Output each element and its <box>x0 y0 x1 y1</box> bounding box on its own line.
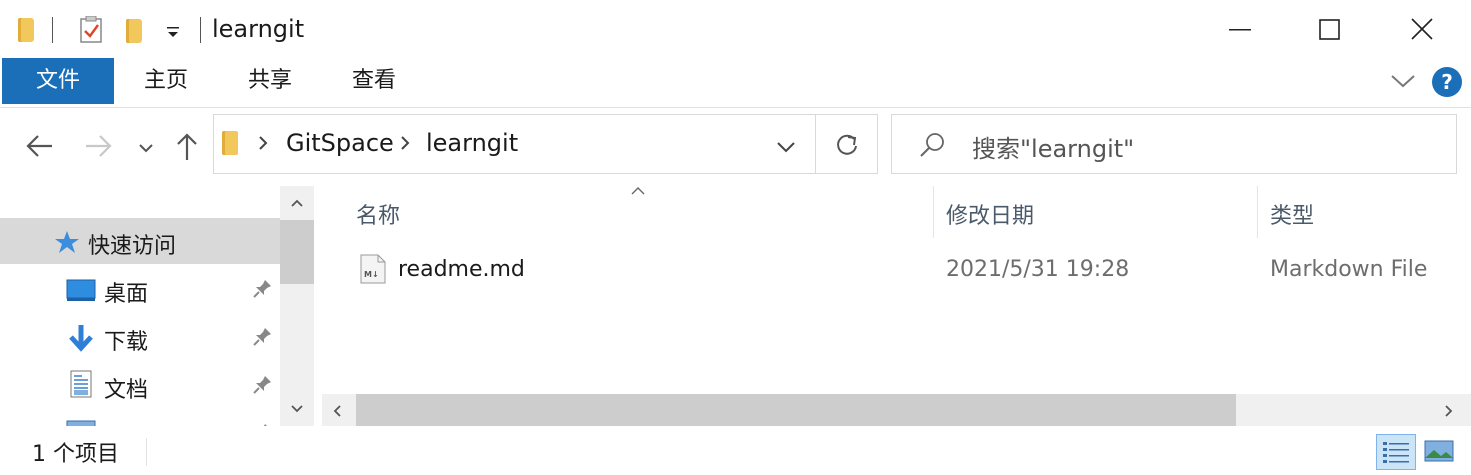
pin-icon[interactable] <box>253 326 273 346</box>
scroll-right-icon[interactable] <box>1444 404 1454 418</box>
ribbon-divider <box>0 107 1471 108</box>
scroll-down-icon[interactable] <box>290 404 304 414</box>
refresh-button[interactable] <box>816 114 878 174</box>
document-icon <box>70 370 92 398</box>
address-bar[interactable]: GitSpace learngit <box>213 114 816 174</box>
chevron-down-icon[interactable] <box>1390 72 1416 94</box>
column-header-type[interactable]: 类型 <box>1270 198 1314 230</box>
item-count: 1 个项目 <box>32 442 119 467</box>
breadcrumb-separator-icon[interactable] <box>258 135 268 155</box>
star-icon <box>55 231 79 253</box>
file-type: Markdown File <box>1270 257 1428 282</box>
scroll-up-icon[interactable] <box>290 198 304 208</box>
help-button[interactable]: ? <box>1432 67 1462 97</box>
tab-home[interactable]: 主页 <box>124 58 208 104</box>
title-separator <box>200 17 201 43</box>
breadcrumb-item[interactable]: learngit <box>426 129 518 157</box>
scrollbar-thumb[interactable] <box>356 394 1236 426</box>
folder-icon <box>222 131 238 155</box>
scrollbar-thumb[interactable] <box>280 220 314 284</box>
customize-toolbar-dropdown-icon[interactable] <box>166 24 180 43</box>
sidebar-item-label: 下载 <box>104 330 149 355</box>
pin-icon[interactable] <box>253 374 273 394</box>
tab-share[interactable]: 共享 <box>228 58 312 104</box>
desktop-icon <box>66 279 96 301</box>
breadcrumb-item[interactable]: GitSpace <box>286 129 394 157</box>
pin-icon[interactable] <box>253 422 273 426</box>
file-list-scrollbar[interactable] <box>322 394 1471 426</box>
minimize-button[interactable] <box>1210 0 1270 58</box>
forward-button[interactable] <box>84 133 112 163</box>
up-button[interactable] <box>176 132 198 166</box>
properties-icon[interactable] <box>80 15 104 48</box>
back-button[interactable] <box>26 133 54 163</box>
window-title: learngit <box>212 15 305 43</box>
details-view-button[interactable] <box>1376 434 1416 470</box>
column-divider[interactable] <box>1257 186 1258 238</box>
sidebar-item-pictures[interactable]: 图片 <box>0 410 280 426</box>
tab-view[interactable]: 查看 <box>332 58 416 104</box>
breadcrumb-separator-icon[interactable] <box>400 135 410 155</box>
recent-locations-icon[interactable] <box>138 140 154 159</box>
search-box[interactable]: 搜索"learngit" <box>891 114 1457 174</box>
svg-text:M↓: M↓ <box>364 270 379 279</box>
search-icon <box>920 133 944 157</box>
column-header-name[interactable]: 名称 <box>356 198 400 230</box>
sidebar-item-label: 快速访问 <box>88 234 177 259</box>
sidebar-item-label: 文档 <box>104 378 149 403</box>
address-history-dropdown-icon[interactable] <box>776 139 796 158</box>
pin-icon[interactable] <box>253 278 273 298</box>
file-name[interactable]: readme.md <box>398 257 525 282</box>
sort-ascending-icon <box>631 187 645 195</box>
search-input[interactable]: 搜索"learngit" <box>972 129 1134 164</box>
scroll-left-icon[interactable] <box>332 404 342 418</box>
column-divider[interactable] <box>933 186 934 238</box>
sidebar-item-label: 图片 <box>104 420 148 426</box>
folder-icon <box>18 18 34 42</box>
sidebar-item-label: 桌面 <box>104 282 149 307</box>
details-view-icon <box>1383 442 1409 463</box>
status-separator <box>146 438 147 466</box>
column-header-modified[interactable]: 修改日期 <box>946 198 1034 230</box>
file-modified: 2021/5/31 19:28 <box>946 257 1130 282</box>
download-icon <box>69 325 93 352</box>
navigation-pane: 快速访问 桌面 下载 文档 图片 <box>0 186 314 426</box>
tab-file[interactable]: 文件 <box>2 58 114 104</box>
markdown-file-icon: M↓ <box>360 254 386 284</box>
close-button[interactable] <box>1392 0 1452 58</box>
sidebar-item-downloads[interactable]: 下载 <box>0 314 280 360</box>
large-icons-view-icon <box>1424 440 1454 462</box>
maximize-button[interactable] <box>1300 0 1360 58</box>
sidebar-scrollbar[interactable] <box>280 186 314 426</box>
sidebar-item-desktop[interactable]: 桌面 <box>0 266 280 312</box>
large-icons-view-button[interactable] <box>1424 436 1454 466</box>
toolbar-separator <box>52 17 53 43</box>
quick-access-toolbar: learngit <box>0 0 1471 58</box>
sidebar-item-quick-access[interactable]: 快速访问 <box>0 218 280 264</box>
pictures-icon <box>66 420 96 426</box>
new-folder-icon[interactable] <box>126 19 142 43</box>
refresh-icon <box>837 134 857 155</box>
sidebar-item-documents[interactable]: 文档 <box>0 362 280 408</box>
